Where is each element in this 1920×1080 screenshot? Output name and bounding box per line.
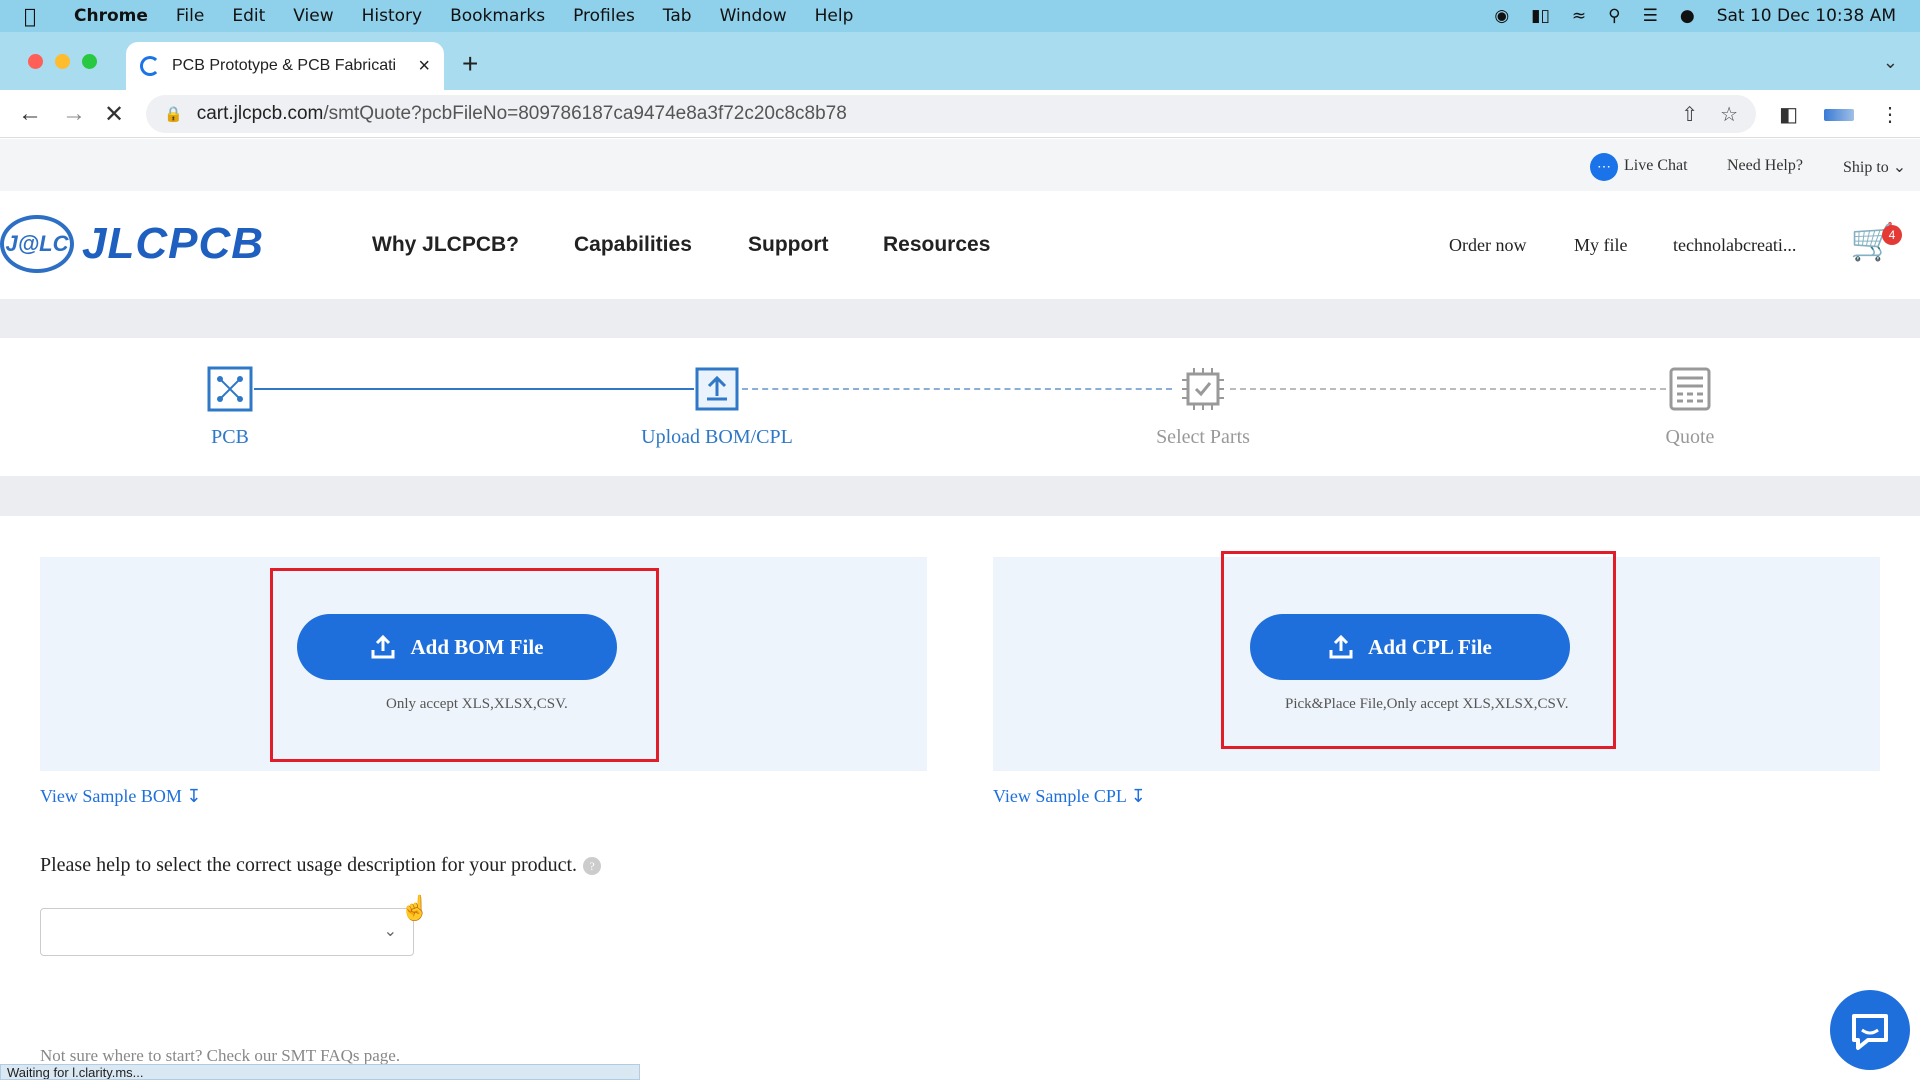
- wifi-icon[interactable]: ≈: [1572, 6, 1586, 26]
- menu-help[interactable]: Help: [801, 6, 868, 26]
- spotlight-search-icon[interactable]: ⚲: [1608, 6, 1620, 26]
- jlcpcb-logo[interactable]: J@LC JLCPCB: [0, 215, 264, 273]
- window-zoom-icon[interactable]: [82, 54, 97, 69]
- step-connector-done: [254, 388, 694, 390]
- menu-app-name[interactable]: Chrome: [60, 6, 162, 26]
- nav-resources[interactable]: Resources: [883, 233, 990, 257]
- forward-arrow-icon[interactable]: →: [62, 100, 86, 128]
- new-tab-plus-icon[interactable]: +: [462, 48, 478, 80]
- menu-view[interactable]: View: [279, 6, 347, 26]
- menu-edit[interactable]: Edit: [218, 6, 279, 26]
- chat-widget-button[interactable]: [1830, 990, 1910, 1070]
- step-upload-label: Upload BOM/CPL: [641, 426, 793, 448]
- upload-icon: [1329, 634, 1353, 659]
- smt-faq-text[interactable]: Not sure where to start? Check our SMT F…: [40, 1046, 400, 1066]
- usage-question-text: Please help to select the correct usage …: [40, 854, 578, 876]
- ship-to-label: Ship to: [1843, 159, 1889, 176]
- apple-icon[interactable]: : [0, 4, 60, 28]
- control-center-icon[interactable]: ☰: [1643, 6, 1658, 26]
- nav-why-jlcpcb[interactable]: Why JLCPCB?: [372, 233, 519, 257]
- url-host: cart.jlcpcb.com: [196, 103, 324, 124]
- mac-menubar:  Chrome File Edit View History Bookmark…: [0, 0, 1920, 32]
- url-path: /smtQuote?pcbFileNo=809786187ca9474e8a3f…: [323, 103, 847, 124]
- window-minimize-icon[interactable]: [55, 54, 70, 69]
- browser-toolbar: ← → ✕ 🔒 cart.jlcpcb.com/smtQuote?pcbFile…: [0, 90, 1920, 138]
- need-help-link[interactable]: Need Help?: [1727, 157, 1803, 175]
- order-now-link[interactable]: Order now: [1449, 235, 1526, 256]
- select-parts-step-icon[interactable]: [1180, 366, 1226, 412]
- live-chat-link[interactable]: Live Chat: [1624, 157, 1688, 175]
- nav-capabilities[interactable]: Capabilities: [574, 233, 692, 257]
- step-pcb-label: PCB: [211, 426, 249, 448]
- step-connector-pending: [1230, 388, 1666, 390]
- battery-icon[interactable]: ▮▯: [1531, 6, 1550, 26]
- menu-window[interactable]: Window: [706, 6, 801, 26]
- view-sample-cpl-link[interactable]: View Sample CPL ↧: [993, 786, 1146, 807]
- loading-spinner-icon: [140, 56, 160, 76]
- bookmark-star-icon[interactable]: ☆: [1720, 102, 1738, 127]
- share-icon[interactable]: ⇧: [1681, 102, 1698, 127]
- hand-cursor-icon: ☝: [400, 895, 430, 922]
- view-sample-bom-link[interactable]: View Sample BOM ↧: [40, 786, 202, 807]
- menu-bookmarks[interactable]: Bookmarks: [436, 6, 559, 26]
- live-chat-icon[interactable]: ⋯: [1590, 153, 1618, 181]
- side-panel-icon[interactable]: ◧: [1779, 102, 1798, 127]
- back-arrow-icon[interactable]: ←: [18, 100, 42, 128]
- add-bom-file-button[interactable]: Add BOM File: [297, 614, 617, 680]
- step-connector-pending: [742, 388, 1172, 390]
- lock-icon[interactable]: 🔒: [164, 105, 183, 123]
- ship-to-selector[interactable]: Ship to ⌄: [1843, 157, 1906, 177]
- user-account-link[interactable]: technolabcreati...: [1673, 235, 1796, 256]
- browser-tab-strip: PCB Prototype & PCB Fabricati × + ⌄: [0, 32, 1920, 90]
- tab-close-icon[interactable]: ×: [418, 55, 430, 78]
- upload-step-icon[interactable]: [694, 366, 740, 412]
- section-divider: [0, 476, 1920, 516]
- browser-tab-active[interactable]: PCB Prototype & PCB Fabricati ×: [126, 42, 444, 90]
- menu-file[interactable]: File: [162, 6, 218, 26]
- view-sample-cpl-label: View Sample CPL: [993, 786, 1127, 806]
- bom-format-hint: Only accept XLS,XLSX,CSV.: [386, 696, 568, 712]
- address-bar[interactable]: 🔒 cart.jlcpcb.com/smtQuote?pcbFileNo=809…: [146, 95, 1756, 133]
- browser-status-bar: Waiting for l.clarity.ms...: [0, 1064, 640, 1080]
- window-close-icon[interactable]: [28, 54, 43, 69]
- siri-icon[interactable]: ●: [1680, 6, 1695, 26]
- tab-title: PCB Prototype & PCB Fabricati: [172, 57, 397, 74]
- section-divider: [0, 299, 1920, 338]
- download-arrow-icon: ↧: [186, 786, 202, 806]
- order-steps: PCB Upload BOM/CPL Select Parts Quote: [0, 338, 1920, 476]
- logo-wordmark: JLCPCB: [82, 219, 265, 268]
- my-file-link[interactable]: My file: [1574, 235, 1628, 256]
- add-cpl-file-button[interactable]: Add CPL File: [1250, 614, 1570, 680]
- upload-icon: [371, 634, 395, 659]
- tab-search-chevron-icon[interactable]: ⌄: [1883, 52, 1898, 73]
- chevron-down-icon: ⌄: [383, 923, 397, 940]
- menu-tab[interactable]: Tab: [649, 6, 706, 26]
- add-bom-file-label: Add BOM File: [410, 634, 544, 659]
- record-icon[interactable]: ◉: [1494, 6, 1509, 26]
- add-cpl-file-label: Add CPL File: [1368, 634, 1492, 659]
- usage-description-select[interactable]: ⌄: [40, 908, 414, 956]
- site-utility-bar: ⋯ Live Chat Need Help? Ship to ⌄: [0, 139, 1920, 191]
- cart-count-badge: 4: [1882, 225, 1902, 245]
- quote-step-icon[interactable]: [1667, 366, 1713, 412]
- logo-mark: J@LC: [0, 215, 74, 273]
- menubar-clock[interactable]: Sat 10 Dec 10:38 AM: [1717, 6, 1896, 26]
- chrome-menu-icon[interactable]: ⋮: [1880, 102, 1900, 127]
- step-select-parts-label: Select Parts: [1156, 426, 1250, 448]
- chevron-down-icon: ⌄: [1892, 159, 1907, 176]
- menu-history[interactable]: History: [348, 6, 436, 26]
- cpl-format-hint: Pick&Place File,Only accept XLS,XLSX,CSV…: [1285, 696, 1569, 712]
- stop-loading-icon[interactable]: ✕: [104, 100, 124, 129]
- pcb-step-icon[interactable]: [207, 366, 253, 412]
- usage-question: Please help to select the correct usage …: [40, 854, 602, 877]
- help-question-icon[interactable]: ?: [583, 857, 602, 876]
- nav-support[interactable]: Support: [748, 233, 828, 257]
- chat-bubble-icon: [1852, 1014, 1888, 1050]
- menu-profiles[interactable]: Profiles: [559, 6, 649, 26]
- extension-icon[interactable]: [1824, 108, 1854, 121]
- view-sample-bom-label: View Sample BOM: [40, 786, 182, 806]
- site-header: J@LC JLCPCB Why JLCPCB? Capabilities Sup…: [0, 191, 1920, 299]
- step-quote-label: Quote: [1665, 426, 1715, 448]
- download-arrow-icon: ↧: [1130, 786, 1146, 806]
